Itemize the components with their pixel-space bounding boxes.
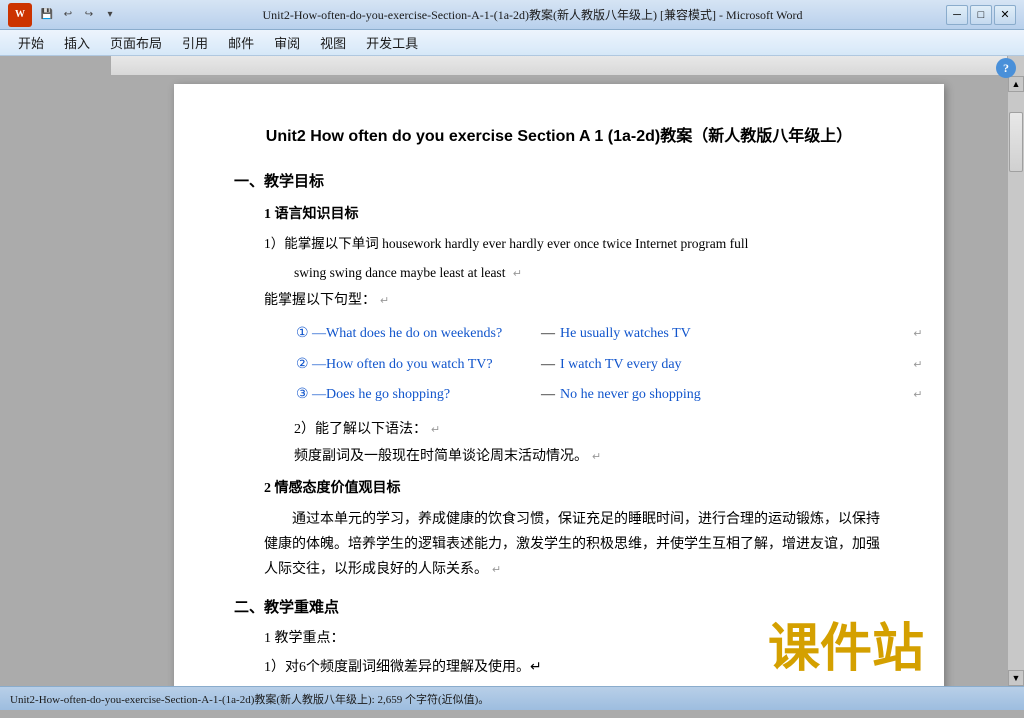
vocab-intro: 1）能掌握以下单词 housework hardly ever hardly e… bbox=[264, 232, 884, 256]
question-2: ② —How often do you watch TV? bbox=[296, 351, 536, 379]
sentence-intro: 能掌握以下句型：↵ bbox=[264, 290, 884, 312]
answer-1: He usually watches TV bbox=[560, 320, 907, 348]
grammar-label: 2）能了解以下语法：↵ bbox=[294, 419, 884, 441]
document-page: Unit2 How often do you exercise Section … bbox=[174, 84, 944, 686]
window-title: Unit2-How-often-do-you-exercise-Section-… bbox=[119, 6, 946, 23]
document-title: Unit2 How often do you exercise Section … bbox=[234, 124, 884, 150]
scroll-down-btn[interactable]: ▼ bbox=[1008, 670, 1024, 686]
main-area: Unit2 How often do you exercise Section … bbox=[0, 76, 1024, 686]
menu-reference[interactable]: 引用 bbox=[174, 31, 216, 54]
restore-btn[interactable]: □ bbox=[970, 5, 992, 25]
title-bar-left: W 💾 ↩ ↪ ▾ bbox=[8, 3, 119, 27]
title-bar: W 💾 ↩ ↪ ▾ Unit2-How-often-do-you-exercis… bbox=[0, 0, 1024, 30]
document-area[interactable]: Unit2 How often do you exercise Section … bbox=[110, 76, 1008, 686]
sentence-examples: ① —What does he do on weekends? — He usu… bbox=[294, 318, 944, 411]
dash-1: — bbox=[538, 320, 558, 348]
section1-heading: 一、教学目标 bbox=[234, 170, 884, 194]
watermark: 课件站 www.kjzhan.com bbox=[768, 608, 924, 686]
menu-review[interactable]: 审阅 bbox=[266, 31, 308, 54]
status-text: Unit2-How-often-do-you-exercise-Section-… bbox=[10, 691, 489, 707]
menu-layout[interactable]: 页面布局 bbox=[102, 31, 170, 54]
emotional-para: 通过本单元的学习，养成健康的饮食习惯，保证充足的睡眠时间，进行合理的运动锻炼，以… bbox=[264, 507, 884, 583]
save-quick-btn[interactable]: 💾 bbox=[38, 6, 56, 24]
watermark-text1: 课件站 bbox=[768, 608, 924, 686]
answer-3: No he never go shopping bbox=[560, 381, 907, 409]
question-3: ③ —Does he go shopping? bbox=[296, 381, 536, 409]
question-1: ① —What does he do on weekends? bbox=[296, 320, 536, 348]
scroll-thumb[interactable] bbox=[1009, 112, 1023, 172]
sentence-row-2: ② —How often do you watch TV? — I watch … bbox=[296, 351, 942, 379]
menu-view[interactable]: 视图 bbox=[312, 31, 354, 54]
minimize-btn[interactable]: ─ bbox=[946, 5, 968, 25]
dash-3: — bbox=[538, 381, 558, 409]
scrollbar[interactable]: ▲ ▼ bbox=[1008, 76, 1024, 686]
close-btn[interactable]: ✕ bbox=[994, 5, 1016, 25]
grammar-desc: 频度副词及一般现在时简单谈论周末活动情况。↵ bbox=[294, 446, 884, 468]
status-bar: Unit2-How-often-do-you-exercise-Section-… bbox=[0, 686, 1024, 710]
quick-access-toolbar: 💾 ↩ ↪ ▾ bbox=[38, 6, 119, 24]
scroll-up-btn[interactable]: ▲ bbox=[1008, 76, 1024, 92]
left-margin bbox=[0, 76, 110, 686]
sentence-row-3: ③ —Does he go shopping? — No he never go… bbox=[296, 381, 942, 409]
sub1-heading: 1 语言知识目标 bbox=[264, 204, 884, 226]
ruler bbox=[110, 56, 1008, 76]
sentence-row-1: ① —What does he do on weekends? — He usu… bbox=[296, 320, 942, 348]
menu-bar: 开始 插入 页面布局 引用 邮件 审阅 视图 开发工具 ? bbox=[0, 30, 1024, 56]
sub2-heading: 2 情感态度价值观目标 bbox=[264, 478, 884, 500]
help-button[interactable]: ? bbox=[996, 58, 1016, 78]
redo-btn[interactable]: ↪ bbox=[80, 6, 98, 24]
menu-insert[interactable]: 插入 bbox=[56, 31, 98, 54]
menu-developer[interactable]: 开发工具 bbox=[358, 31, 426, 54]
menu-start[interactable]: 开始 bbox=[10, 31, 52, 54]
vocab-line2: swing swing dance maybe least at least ↵ bbox=[294, 262, 884, 284]
window-controls: ─ □ ✕ bbox=[946, 5, 1016, 25]
answer-2: I watch TV every day bbox=[560, 351, 907, 379]
customize-btn[interactable]: ▾ bbox=[101, 6, 119, 24]
vocab-number: 1）能掌握以下单词 housework hardly ever hardly e… bbox=[264, 236, 748, 251]
menu-mail[interactable]: 邮件 bbox=[220, 31, 262, 54]
dash-2: — bbox=[538, 351, 558, 379]
undo-btn[interactable]: ↩ bbox=[59, 6, 77, 24]
office-logo: W bbox=[8, 3, 32, 27]
